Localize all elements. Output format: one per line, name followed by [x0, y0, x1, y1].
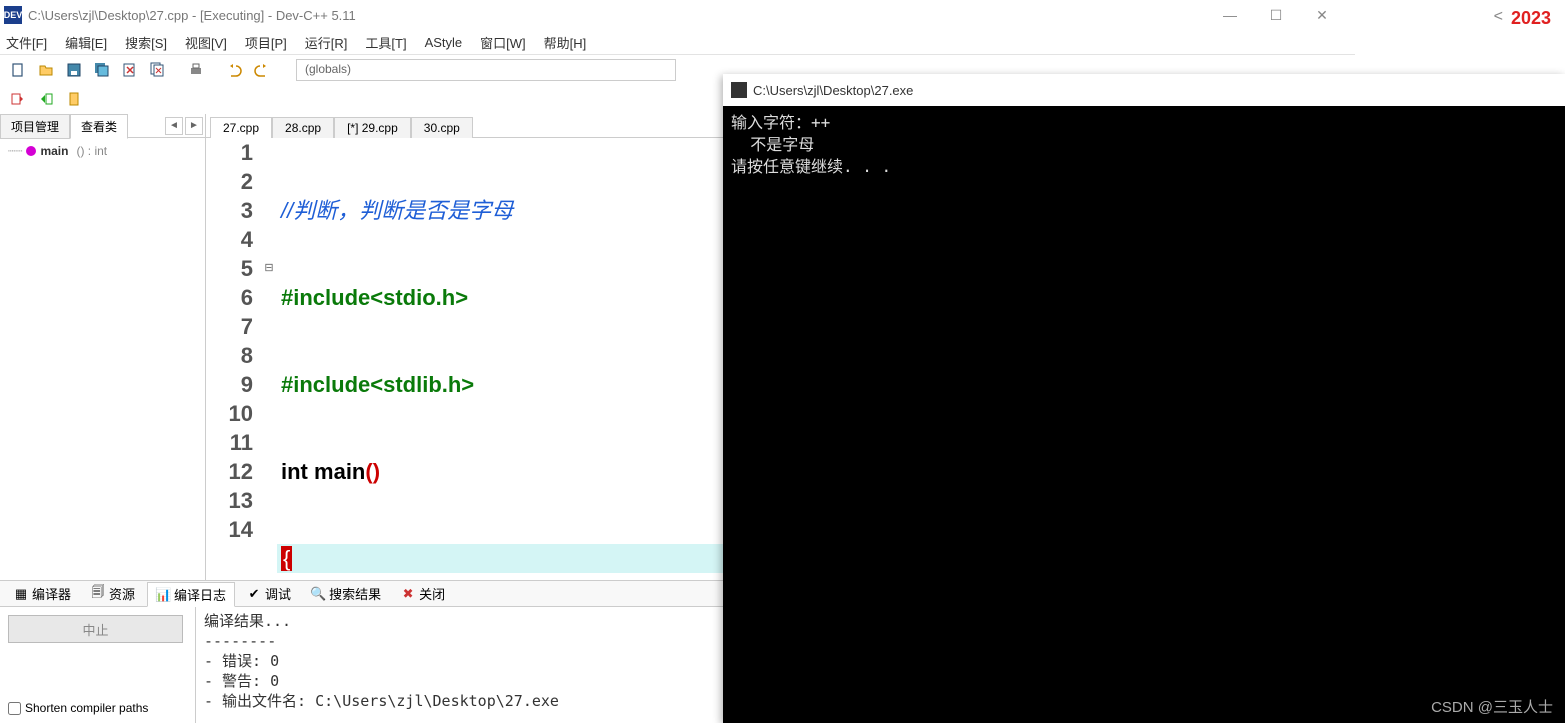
- check-icon: ✔: [247, 587, 261, 601]
- menu-search[interactable]: 搜索[S]: [125, 33, 167, 52]
- menu-run[interactable]: 运行[R]: [305, 33, 348, 52]
- menu-project[interactable]: 项目[P]: [245, 33, 287, 52]
- tree-node-main[interactable]: ┈┈ main () : int: [8, 144, 197, 158]
- menu-astyle[interactable]: AStyle: [425, 35, 463, 50]
- close-file-icon[interactable]: [118, 58, 142, 82]
- console-output[interactable]: 输入字符：++ 不是字母 请按任意键继续. . .: [723, 106, 1565, 184]
- print-icon[interactable]: [184, 58, 208, 82]
- menu-view[interactable]: 视图[V]: [185, 33, 227, 52]
- tab-classes[interactable]: 查看类: [70, 114, 128, 139]
- btab-resources[interactable]: 🗐资源: [83, 582, 143, 605]
- grid-icon: ▦: [14, 587, 28, 601]
- menu-window[interactable]: 窗口[W]: [480, 33, 526, 52]
- function-icon: [26, 146, 36, 156]
- app-icon: DEV: [4, 6, 22, 24]
- window-title: C:\Users\zjl\Desktop\27.cpp - [Executing…: [28, 8, 356, 23]
- prev-icon[interactable]: <: [1494, 8, 1503, 26]
- window-controls: — ☐ ✕: [1207, 0, 1345, 30]
- tab-project[interactable]: 项目管理: [0, 114, 70, 139]
- watermark: CSDN @三玉人士: [1431, 696, 1553, 717]
- menu-file[interactable]: 文件[F]: [6, 33, 47, 52]
- forward-icon[interactable]: [34, 87, 58, 111]
- save-all-icon[interactable]: [90, 58, 114, 82]
- menu-edit[interactable]: 编辑[E]: [65, 33, 107, 52]
- tree-node-name: main: [40, 144, 68, 158]
- console-icon: [731, 82, 747, 98]
- maximize-button[interactable]: ☐: [1253, 0, 1299, 30]
- year-label: 2023: [1511, 8, 1551, 29]
- btab-debug[interactable]: ✔调试: [239, 582, 299, 605]
- right-strip: < 2023: [1355, 0, 1565, 60]
- save-icon[interactable]: [62, 58, 86, 82]
- bottom-left-panel: 中止 Shorten compiler paths: [0, 607, 195, 723]
- open-file-icon[interactable]: [34, 58, 58, 82]
- btab-log[interactable]: 📊编译日志: [147, 582, 235, 607]
- file-tab-27[interactable]: 27.cpp: [210, 117, 272, 138]
- fold-gutter: ⊟: [261, 138, 277, 580]
- menu-help[interactable]: 帮助[H]: [544, 33, 587, 52]
- console-window: C:\Users\zjl\Desktop\27.exe 输入字符：++ 不是字母…: [723, 74, 1565, 723]
- line-gutter: 1234567891011121314: [206, 138, 261, 580]
- file-tab-28[interactable]: 28.cpp: [272, 117, 334, 138]
- close-all-icon[interactable]: [146, 58, 170, 82]
- abort-button[interactable]: 中止: [8, 615, 183, 643]
- file-tab-29[interactable]: [*] 29.cpp: [334, 117, 411, 138]
- console-title-text: C:\Users\zjl\Desktop\27.exe: [753, 83, 913, 98]
- bookmark-icon[interactable]: [62, 87, 86, 111]
- resources-icon: 🗐: [91, 587, 105, 601]
- sidebar-nav-left-icon[interactable]: ◄: [165, 117, 183, 135]
- shorten-paths-checkbox[interactable]: Shorten compiler paths: [8, 701, 187, 715]
- minimize-button[interactable]: —: [1207, 0, 1253, 30]
- btab-compiler[interactable]: ▦编译器: [6, 582, 79, 605]
- close-button[interactable]: ✕: [1299, 0, 1345, 30]
- redo-icon[interactable]: [250, 58, 274, 82]
- tree-node-signature: () : int: [76, 144, 107, 158]
- search-icon: 🔍: [311, 587, 325, 601]
- file-tab-30[interactable]: 30.cpp: [411, 117, 473, 138]
- close-icon: ✖: [401, 587, 415, 601]
- sidebar-nav-right-icon[interactable]: ►: [185, 117, 203, 135]
- sidebar-tabs: 项目管理 查看类 ◄ ►: [0, 114, 205, 138]
- undo-icon[interactable]: [222, 58, 246, 82]
- btab-search[interactable]: 🔍搜索结果: [303, 582, 389, 605]
- menu-bar: 文件[F] 编辑[E] 搜索[S] 视图[V] 项目[P] 运行[R] 工具[T…: [0, 30, 1565, 54]
- scope-dropdown[interactable]: (globals): [296, 59, 676, 81]
- class-tree: ┈┈ main () : int: [0, 138, 205, 164]
- menu-tools[interactable]: 工具[T]: [365, 33, 406, 52]
- new-file-icon[interactable]: [6, 58, 30, 82]
- shorten-paths-input[interactable]: [8, 702, 21, 715]
- console-titlebar[interactable]: C:\Users\zjl\Desktop\27.exe: [723, 74, 1565, 106]
- back-icon[interactable]: [6, 87, 30, 111]
- btab-close[interactable]: ✖关闭: [393, 582, 453, 605]
- sidebar: 项目管理 查看类 ◄ ► ┈┈ main () : int: [0, 114, 206, 580]
- chart-icon: 📊: [156, 588, 170, 602]
